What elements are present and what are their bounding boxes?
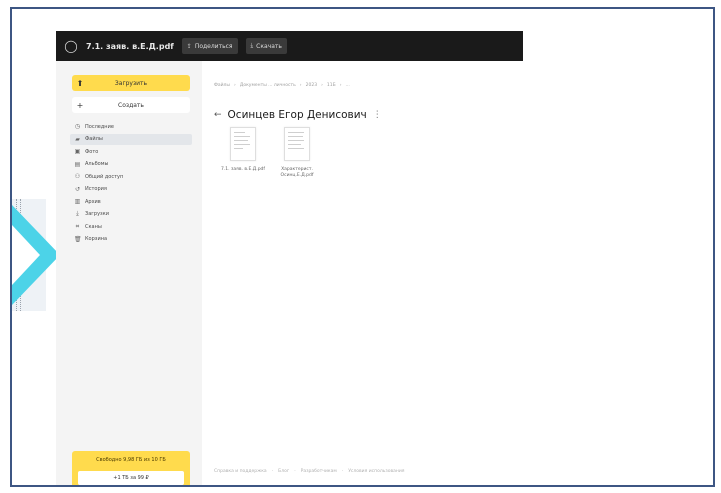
sidebar-item-label: Корзина (85, 236, 108, 242)
plus-icon: + (76, 100, 84, 110)
share-button[interactable]: ⇪ Поделиться (181, 38, 238, 54)
sidebar-nav: ◷ Последние ▰ Файлы ▣ Фото ▤ Альбомы ⚇ О… (70, 121, 192, 246)
sidebar-item-files[interactable]: ▰ Файлы (70, 133, 192, 145)
sidebar-item-label: Загрузки (85, 211, 109, 217)
sidebar-item-label: История (85, 186, 107, 192)
sidebar-item-downloads[interactable]: ⤓ Загрузки (70, 209, 192, 220)
history-icon: ↺ (74, 185, 81, 193)
page-footer: Справка и поддержка · Блог · Разработчик… (214, 469, 405, 474)
breadcrumb-separator: › (234, 83, 236, 88)
page-title: Осинцев Егор Денисович (227, 109, 367, 121)
clock-icon: ◷ (74, 123, 81, 130)
sidebar-item-history[interactable]: ↺ История (70, 184, 192, 195)
breadcrumb: Файлы › Документы ... личность › 2023 › … (214, 83, 350, 88)
breadcrumb-separator: › (299, 83, 302, 88)
sidebar-item-trash[interactable]: 🗑 Корзина (70, 234, 192, 245)
sidebar-item-shared[interactable]: ⚇ Общий доступ (70, 171, 192, 182)
download-button[interactable]: ⤓ Скачать (245, 38, 287, 54)
upload-button[interactable]: ⬆ Загрузить (72, 75, 190, 91)
create-label: Создать (118, 101, 144, 109)
footer-link[interactable]: Разработчикам (301, 469, 337, 474)
sidebar-item-label: Фото (85, 148, 99, 155)
sidebar-item-recent[interactable]: ◷ Последние (70, 121, 192, 132)
share-icon: ⇪ (186, 42, 192, 50)
download-icon: ⤓ (250, 42, 254, 49)
back-arrow-icon[interactable]: ← (214, 110, 222, 120)
album-icon: ▤ (74, 160, 81, 168)
sidebar-item-label: Файлы (85, 136, 103, 142)
document-thumbnail (284, 127, 310, 161)
download-label: Скачать (256, 42, 282, 50)
sidebar-item-label: Сканы (85, 223, 102, 230)
file-name: 7.1. заяв. в.Е.Д.pdf (221, 167, 265, 172)
sidebar-item-scans[interactable]: ⌗ Сканы (70, 221, 192, 232)
sidebar-item-archive[interactable]: ▥ Архив (70, 196, 192, 207)
sidebar-item-label: Последние (85, 123, 114, 130)
footer-link[interactable]: Блог (278, 469, 289, 474)
create-button[interactable]: + Создать (72, 97, 190, 113)
storage-text: Свободно 9,98 ГБ из 10 ГБ (96, 457, 166, 463)
sidebar-item-label: Альбомы (85, 161, 109, 167)
close-icon[interactable]: ◯ (64, 39, 78, 53)
footer-separator: · (271, 469, 274, 474)
breadcrumb-item[interactable]: ... (346, 83, 350, 88)
sidebar: ⬆ Загрузить + Создать ◷ Последние ▰ Файл… (56, 61, 202, 485)
slide-frame: ◯ 7.1. заяв. в.Е.Д.pdf ⇪ Поделиться ⤓ Ск… (10, 7, 715, 487)
document-thumbnail (230, 127, 256, 161)
footer-link[interactable]: Справка и поддержка (214, 469, 267, 474)
breadcrumb-item[interactable]: 2023 (306, 83, 317, 88)
footer-separator: · (341, 469, 344, 474)
folder-icon: ▰ (75, 135, 80, 143)
breadcrumb-separator: › (339, 83, 342, 88)
cloud-drive-screenshot: ◯ 7.1. заяв. в.Е.Д.pdf ⇪ Поделиться ⤓ Ск… (56, 31, 523, 485)
trash-icon: 🗑 (74, 235, 82, 243)
sidebar-item-label: Архив (85, 198, 101, 205)
viewer-topbar: ◯ 7.1. заяв. в.Е.Д.pdf ⇪ Поделиться ⤓ Ск… (56, 31, 523, 61)
more-options-icon[interactable]: ⋮ (373, 110, 382, 120)
sidebar-item-label: Общий доступ (85, 173, 124, 180)
share-label: Поделиться (194, 42, 233, 50)
breadcrumb-item[interactable]: 11Б (327, 83, 336, 88)
sidebar-item-albums[interactable]: ▤ Альбомы (70, 159, 192, 170)
download-icon: ⤓ (76, 210, 79, 217)
buy-space-button[interactable]: +1 ТБ за 99 ₽ (78, 471, 184, 485)
shared-icon: ⚇ (74, 173, 81, 180)
breadcrumb-separator: › (321, 83, 323, 88)
file-item[interactable]: 7.1. заяв. в.Е.Д.pdf (216, 127, 270, 173)
breadcrumb-item[interactable]: Файлы (214, 83, 230, 88)
arrow-cutout (12, 225, 40, 285)
footer-link[interactable]: Условия использования (348, 469, 404, 474)
viewer-filename: 7.1. заяв. в.Е.Д.pdf (86, 41, 174, 51)
file-item[interactable]: Характерист. Осинц.Е.Д.pdf (270, 127, 324, 179)
archive-icon: ▥ (74, 198, 81, 205)
folder-header: ← Осинцев Егор Денисович ⋮ (214, 109, 382, 121)
scan-icon: ⌗ (75, 222, 80, 230)
upload-icon: ⬆ (76, 78, 84, 88)
storage-panel: Свободно 9,98 ГБ из 10 ГБ +1 ТБ за 99 ₽ (72, 451, 190, 485)
breadcrumb-item[interactable]: Документы ... личность (240, 83, 296, 88)
main-content: Файлы › Документы ... личность › 2023 › … (202, 61, 523, 485)
file-name: Характерист. Осинц.Е.Д.pdf (280, 167, 314, 178)
sidebar-item-photo[interactable]: ▣ Фото (70, 146, 192, 157)
footer-separator: · (294, 469, 296, 474)
upload-label: Загрузить (114, 79, 148, 87)
photo-icon: ▣ (74, 148, 81, 155)
